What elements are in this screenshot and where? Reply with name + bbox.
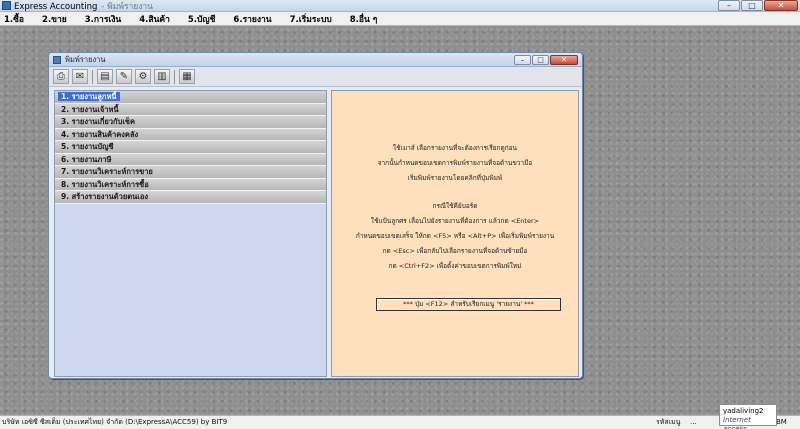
instruction-line: กำหนดขอบเขตเสร็จ ให้กด <F5> หรือ <Alt+P>… (355, 232, 555, 240)
keyboard-status: BM SCRL (776, 418, 787, 426)
instruction-line: จากนั้นกำหนดขอบเขตการพิมพ์รายงานที่จอด้า… (377, 159, 533, 167)
dialog-close-button[interactable]: ✕ (550, 55, 578, 65)
maximize-button[interactable]: □ (741, 0, 763, 11)
instruction-line: กด <Ctrl+F2> เพื่อตั้งค่าขอบเขตการพิมพ์ใ… (388, 262, 522, 270)
report-item-custom[interactable]: 9. สร้างรายงานด้วยตนเอง (55, 191, 326, 204)
instruction-line: กด <Esc> เพื่อกลับไปเลือกรายงานที่จอด้าน… (382, 247, 528, 255)
minimize-button[interactable]: – (718, 0, 740, 11)
edit-icon[interactable]: ✎ (116, 69, 132, 84)
menu-reports[interactable]: 6.รายงาน (233, 12, 271, 26)
network-tooltip: yadaliving2 Internet access (719, 404, 777, 429)
email-icon[interactable]: ✉ (72, 69, 88, 84)
instruction-line: ใช้แป้นลูกศร เลื่อนไปยังรายงานที่ต้องการ… (370, 217, 540, 225)
menu-setup[interactable]: 7.เริ่มระบบ (290, 12, 332, 26)
network-name: yadaliving2 (723, 407, 764, 415)
report-item-sales-analysis[interactable]: 7. รายงานวิเคราะห์การขาย (55, 166, 326, 179)
menu-inventory[interactable]: 4.สินค้า (139, 12, 170, 26)
menu-sales[interactable]: 2.ขาย (42, 12, 67, 26)
report-icon (53, 55, 61, 64)
menu-accounts[interactable]: 5.บัญชี (188, 12, 216, 26)
dialog-titlebar: พิมพ์รายงาน – □ ✕ (49, 53, 582, 67)
app-title: Express Accounting - พิมพ์รายงาน (14, 1, 153, 12)
company-path: บริษัท เอซิซี ซีสเต็ม (ประเทศไทย) จำกัด … (2, 418, 228, 426)
dialog-maximize-button[interactable]: □ (532, 55, 549, 65)
close-button[interactable]: ✕ (764, 0, 798, 11)
f12-hint-box: *** ปุ่ม <F12> สำหรับเรียกเมนู 'รายงาน' … (376, 298, 561, 311)
report-item-tax[interactable]: 6. รายงานภาษี (55, 153, 326, 166)
menu-finance[interactable]: 3.การเงิน (85, 12, 122, 26)
delete-icon[interactable]: ▥ (154, 69, 170, 84)
instruction-line: เริ่มพิมพ์รายงานโดยคลิกที่ปุ่มพิมพ์ (407, 174, 503, 182)
report-item-debtors[interactable]: 1. รายงานลูกหนี้ (55, 91, 326, 104)
menu-other[interactable]: 8.อื่น ๆ (350, 12, 378, 26)
report-list: 1. รายงานลูกหนี้ 2. รายงานเจ้าหนี้ 3. รา… (54, 90, 327, 377)
app-icon (2, 1, 11, 10)
report-item-inventory[interactable]: 4. รายงานสินค้าคงคลัง (55, 128, 326, 141)
report-item-purchase-analysis[interactable]: 8. รายงานวิเคราะห์การซื้อ (55, 178, 326, 191)
dialog-minimize-button[interactable]: – (514, 55, 531, 65)
settings-icon[interactable]: ⚙ (135, 69, 151, 84)
report-item-creditors[interactable]: 2. รายงานเจ้าหนี้ (55, 103, 326, 116)
grid-icon[interactable]: ▦ (179, 69, 195, 84)
menubar: 1.ซื้อ 2.ขาย 3.การเงิน 4.สินค้า 5.บัญชี … (0, 12, 800, 26)
print-report-dialog: พิมพ์รายงาน – □ ✕ ⎙ ✉ ▤ ✎ ⚙ ▥ ▦ 1. รายงา… (48, 52, 583, 379)
dialog-title: พิมพ์รายงาน (65, 54, 106, 64)
menu-code-value: ... (690, 418, 697, 426)
dialog-toolbar: ⎙ ✉ ▤ ✎ ⚙ ▥ ▦ (49, 67, 582, 87)
menu-purchase[interactable]: 1.ซื้อ (4, 12, 24, 26)
print-icon[interactable]: ⎙ (53, 69, 69, 84)
statusbar: บริษัท เอซิซี ซีสเต็ม (ประเทศไทย) จำกัด … (0, 415, 800, 429)
menu-code-label: รหัสเมนู (656, 418, 681, 426)
instruction-line: ใช้เมาส์ เลือกรายงานที่จะต้องการเรียกดูก… (393, 144, 517, 152)
toolbar-separator (174, 69, 175, 84)
document-icon[interactable]: ▤ (97, 69, 113, 84)
report-item-cheques[interactable]: 3. รายงานเกี่ยวกับเช็ค (55, 116, 326, 129)
app-titlebar: Express Accounting - พิมพ์รายงาน – □ ✕ (0, 0, 800, 12)
report-item-accounts[interactable]: 5. รายงานบัญชี (55, 141, 326, 154)
toolbar-separator (92, 69, 93, 84)
network-status: Internet access (723, 416, 751, 429)
instructions-pane: ใช้เมาส์ เลือกรายงานที่จะต้องการเรียกดูก… (331, 90, 579, 377)
keyboard-heading: กรณีใช้คีย์บอร์ด (432, 202, 478, 210)
